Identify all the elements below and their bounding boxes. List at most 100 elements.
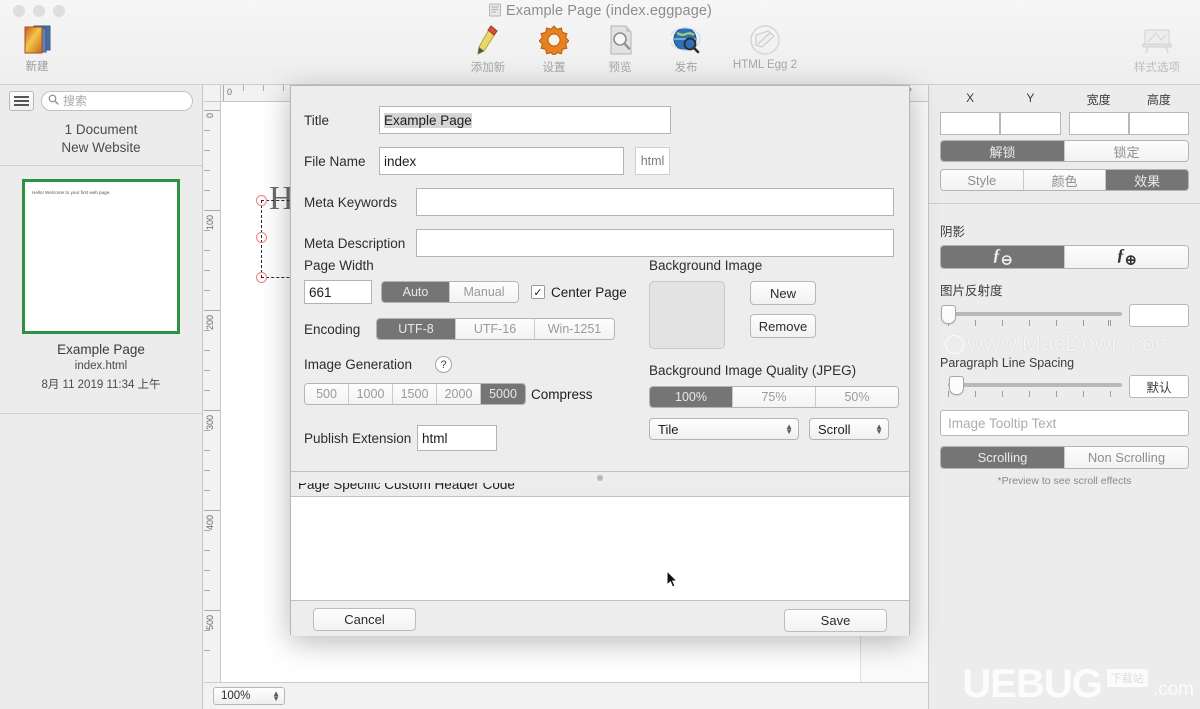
width-mode-auto[interactable]: Auto	[382, 282, 450, 302]
help-button[interactable]: ?	[435, 356, 453, 373]
coord-header-height: 高度	[1146, 93, 1171, 107]
toolbar-style-options-button[interactable]: 样式选项	[1126, 22, 1188, 75]
resize-handle-top-left[interactable]	[256, 195, 267, 206]
y-input[interactable]	[1000, 112, 1061, 135]
coord-header-x: X	[966, 91, 975, 105]
search-input[interactable]: 搜索	[41, 90, 193, 111]
page-thumbnail[interactable]: Hello! Welcome to your first web page.	[22, 179, 180, 334]
toolbar-item-label: 预览	[608, 62, 632, 74]
page-settings-left-column: Page Width 661 Auto Manual ✓ Center Page…	[304, 258, 639, 451]
quality-100[interactable]: 100%	[650, 387, 733, 407]
resize-handle-bottom-left[interactable]	[256, 272, 267, 283]
sidebar-list-view-button[interactable]	[9, 90, 34, 111]
background-remove-button[interactable]: Remove	[750, 314, 816, 338]
tab-style[interactable]: Style	[941, 170, 1024, 190]
width-mode-manual[interactable]: Manual	[450, 282, 518, 302]
publish-extension-label: Publish Extension	[304, 430, 412, 446]
meta-keywords-row: Meta Keywords	[304, 188, 896, 216]
meta-description-label: Meta Description	[304, 235, 406, 251]
line-spacing-default-button[interactable]: 默认	[1129, 375, 1189, 398]
resize-handle-middle-left[interactable]	[256, 232, 267, 243]
toolbar-item-preview[interactable]: 预览	[587, 22, 653, 75]
segment-non-scrolling[interactable]: Non Scrolling	[1065, 447, 1188, 468]
encoding-utf8[interactable]: UTF-8	[377, 319, 456, 339]
image-size-500[interactable]: 500	[305, 384, 349, 404]
toolbar-new-button[interactable]: 新建	[13, 22, 61, 74]
center-page-checkbox[interactable]: ✓	[531, 285, 545, 299]
page-card-filename: index.html	[74, 360, 128, 372]
window-title: Example Page (index.eggpage)	[0, 3, 1200, 21]
toolbar-item-html-egg[interactable]: HTML Egg 2	[719, 22, 811, 71]
slider-knob[interactable]	[941, 305, 956, 324]
encoding-segmented-control: UTF-8 UTF-16 Win-1251	[376, 318, 615, 340]
filename-input-value: index	[384, 153, 417, 169]
tile-popup[interactable]: Tile ▲ ▼	[649, 418, 799, 440]
quality-75[interactable]: 75%	[733, 387, 816, 407]
custom-header-textarea[interactable]	[291, 497, 909, 601]
toolbar-item-publish[interactable]: 发布	[653, 22, 719, 75]
sidebar-toolbar: 搜索	[0, 85, 202, 116]
vertical-ruler[interactable]: 0 100 200 300 400 500	[204, 102, 221, 682]
shadow-on-button[interactable]: ƒ⊕	[1065, 246, 1188, 268]
center-page-checkbox-row[interactable]: ✓ Center Page	[531, 285, 627, 300]
x-input[interactable]	[940, 112, 1001, 135]
zoom-select[interactable]: 100% ▲ ▼	[213, 687, 285, 705]
encoding-win1251[interactable]: Win-1251	[535, 319, 614, 339]
width-input[interactable]	[1068, 112, 1129, 135]
save-button[interactable]: Save	[784, 609, 887, 632]
toolbar-item-add-new[interactable]: 添加新	[455, 22, 521, 75]
reflection-slider[interactable]	[940, 304, 1122, 330]
page-width-row: 661 Auto Manual ✓ Center Page	[304, 280, 639, 304]
website-name: New Website	[61, 140, 141, 155]
background-image-controls: New Remove	[649, 281, 899, 349]
filename-label: File Name	[304, 153, 366, 169]
toolbar-items: 添加新 设置 预览 发布 HTML Egg 2	[455, 22, 811, 75]
filename-input[interactable]: index	[379, 147, 624, 175]
tab-effects[interactable]: 效果	[1106, 170, 1188, 190]
image-size-1500[interactable]: 1500	[393, 384, 437, 404]
compress-button[interactable]: Compress	[531, 387, 593, 402]
title-input[interactable]: Example Page	[379, 106, 671, 134]
background-image-column: Background Image New Remove Background I…	[649, 258, 899, 440]
app-window: Example Page (index.eggpage) 新建 添加新 设置 预…	[0, 0, 1200, 709]
shadow-off-button[interactable]: ƒ⊖	[941, 246, 1065, 268]
background-new-button[interactable]: New	[750, 281, 816, 305]
quality-50[interactable]: 50%	[816, 387, 898, 407]
sidebar-page-card[interactable]: Hello! Welcome to your first web page. E…	[0, 166, 202, 402]
ruler-label: 500	[205, 614, 215, 630]
dialog-footer: Cancel Save	[291, 601, 909, 636]
new-document-icon	[13, 22, 61, 56]
image-size-5000[interactable]: 5000	[481, 384, 525, 404]
segment-scrolling[interactable]: Scrolling	[941, 447, 1065, 468]
background-quality-label: Background Image Quality (JPEG)	[649, 363, 857, 378]
scroll-popup[interactable]: Scroll ▲ ▼	[809, 418, 889, 440]
image-size-1000[interactable]: 1000	[349, 384, 393, 404]
publish-extension-input[interactable]: html	[417, 425, 497, 451]
encoding-label: Encoding	[304, 321, 361, 337]
page-width-input[interactable]: 661	[304, 280, 372, 304]
reflection-value-field[interactable]	[1129, 304, 1189, 327]
encoding-utf16[interactable]: UTF-16	[456, 319, 535, 339]
image-tooltip-input[interactable]: Image Tooltip Text	[940, 410, 1189, 436]
cancel-button[interactable]: Cancel	[313, 608, 416, 631]
scroll-segmented-control: Scrolling Non Scrolling	[940, 446, 1189, 469]
page-card-title: Example Page	[57, 342, 145, 357]
dialog-resize-grip[interactable]	[291, 472, 909, 483]
title-label: Title	[304, 112, 330, 128]
height-input[interactable]	[1128, 112, 1189, 135]
slider-knob[interactable]	[949, 376, 964, 395]
ruler-label: 0	[227, 87, 233, 97]
meta-description-input[interactable]	[416, 229, 894, 257]
line-spacing-slider[interactable]	[940, 375, 1122, 401]
scroll-effects-note: *Preview to see scroll effects	[997, 475, 1132, 487]
segment-unlock[interactable]: 解锁	[941, 141, 1065, 161]
meta-keywords-input[interactable]	[416, 188, 894, 216]
image-size-2000[interactable]: 2000	[437, 384, 481, 404]
segment-lock[interactable]: 锁定	[1065, 141, 1188, 161]
style-tab-segmented-control: Style 颜色 效果	[940, 169, 1189, 191]
tab-color[interactable]: 颜色	[1023, 170, 1107, 190]
toolbar-item-settings[interactable]: 设置	[521, 22, 587, 75]
line-spacing-slider-row: 默认	[940, 375, 1189, 401]
toolbar-new-label: 新建	[25, 61, 49, 73]
background-image-well[interactable]	[649, 281, 725, 349]
